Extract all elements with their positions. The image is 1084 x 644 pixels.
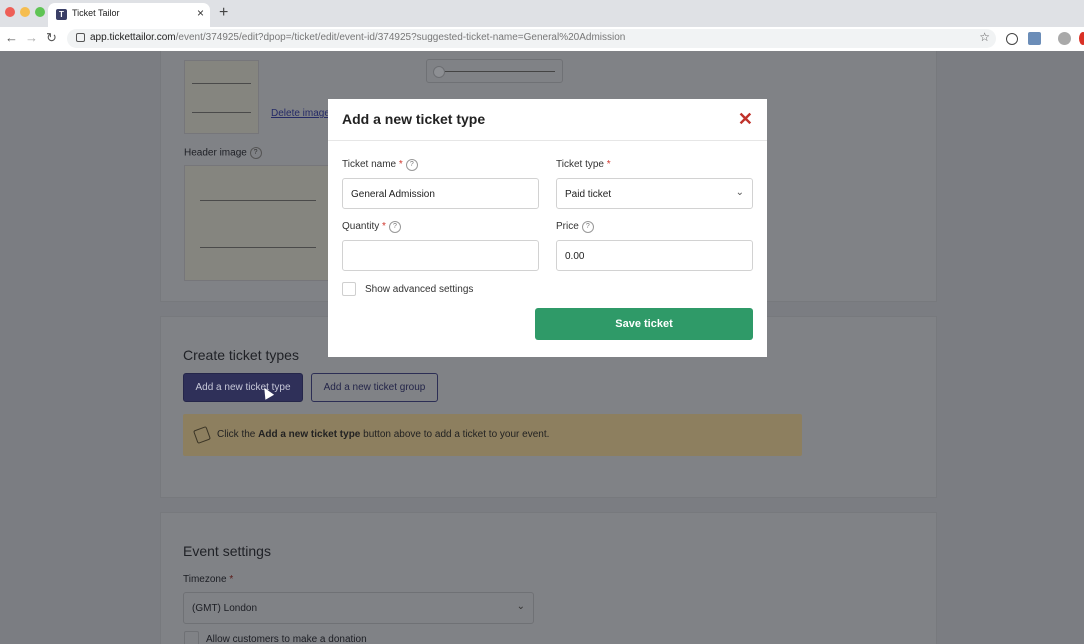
tab-strip: T Ticket Tailor × + bbox=[0, 0, 1084, 27]
advanced-settings-checkbox[interactable] bbox=[342, 282, 356, 296]
quantity-input[interactable] bbox=[342, 240, 539, 271]
bookmark-star-icon[interactable]: ☆ bbox=[979, 30, 990, 44]
megaphone-icon bbox=[193, 426, 211, 444]
ticket-type-value: Paid ticket bbox=[565, 189, 612, 200]
add-ticket-type-button[interactable]: Add a new ticket type bbox=[183, 373, 303, 402]
save-ticket-button[interactable]: Save ticket bbox=[535, 308, 753, 340]
favicon-icon: T bbox=[56, 9, 67, 20]
notice-prefix: Click the bbox=[217, 429, 259, 440]
event-settings-title: Event settings bbox=[183, 543, 271, 559]
header-image-label: Header image ? bbox=[184, 147, 262, 159]
ticket-type-select[interactable]: Paid ticket ⌄ bbox=[556, 178, 753, 209]
donation-checkbox[interactable] bbox=[184, 631, 199, 644]
close-icon[interactable]: ✕ bbox=[738, 110, 753, 128]
help-icon[interactable]: ? bbox=[249, 147, 262, 159]
forward-icon[interactable]: → bbox=[25, 30, 38, 45]
required-mark: * bbox=[229, 574, 234, 585]
quantity-label-text: Quantity bbox=[342, 221, 380, 232]
required-mark: * bbox=[606, 159, 611, 170]
maximize-window-button[interactable] bbox=[35, 7, 45, 17]
url-path: /event/374925/edit?dpop=/ticket/edit/eve… bbox=[175, 32, 626, 43]
record-indicator-icon bbox=[1079, 32, 1084, 45]
ticket-type-label-text: Ticket type bbox=[556, 159, 604, 170]
help-icon[interactable]: ? bbox=[405, 159, 418, 171]
header-image-label-text: Header image bbox=[184, 147, 247, 159]
ticket-name-label: Ticket name *? bbox=[342, 159, 418, 171]
thumbnail-image bbox=[184, 60, 259, 134]
info-extension-icon[interactable] bbox=[1006, 33, 1018, 45]
donation-label: Allow customers to make a donation bbox=[206, 634, 367, 644]
price-label: Price? bbox=[556, 221, 594, 233]
profile-avatar[interactable] bbox=[1058, 32, 1071, 45]
timezone-select[interactable]: (GMT) London ⌄ bbox=[183, 592, 534, 624]
lock-icon bbox=[76, 33, 85, 42]
add-ticket-group-button[interactable]: Add a new ticket group bbox=[311, 373, 438, 402]
browser-tab[interactable]: T Ticket Tailor × bbox=[48, 3, 210, 27]
add-ticket-type-modal: Add a new ticket type ✕ Ticket name *? G… bbox=[328, 99, 767, 357]
price-value: 0.00 bbox=[565, 251, 585, 262]
minimize-window-button[interactable] bbox=[20, 7, 30, 17]
browser-chrome: T Ticket Tailor × + ← → ↻ app.tickettail… bbox=[0, 0, 1084, 52]
browser-toolbar: ← → ↻ app.tickettailor.com/event/374925/… bbox=[0, 27, 1084, 52]
modal-title: Add a new ticket type bbox=[342, 111, 486, 127]
advanced-settings-label[interactable]: Show advanced settings bbox=[365, 284, 473, 295]
required-mark: * bbox=[382, 221, 386, 232]
url-host: app.tickettailor.com bbox=[90, 32, 176, 43]
chevron-down-icon: ⌄ bbox=[735, 187, 744, 198]
ticket-name-label-text: Ticket name bbox=[342, 159, 397, 170]
slider-handle[interactable] bbox=[433, 66, 445, 78]
back-icon[interactable]: ← bbox=[5, 30, 18, 45]
timezone-label-text: Timezone bbox=[183, 574, 227, 585]
tab-close-icon[interactable]: × bbox=[197, 6, 204, 20]
ticket-name-input[interactable]: General Admission bbox=[342, 178, 539, 209]
header-image bbox=[184, 165, 331, 281]
address-bar[interactable]: app.tickettailor.com/event/374925/edit?d… bbox=[67, 29, 996, 48]
new-tab-icon[interactable]: + bbox=[219, 4, 228, 22]
notice-text: Click the Add a new ticket type button a… bbox=[217, 429, 549, 440]
help-icon[interactable]: ? bbox=[581, 221, 594, 233]
reload-icon[interactable]: ↻ bbox=[46, 30, 57, 46]
modal-header: Add a new ticket type ✕ bbox=[328, 99, 767, 141]
chevron-down-icon: ⌄ bbox=[516, 601, 525, 612]
required-mark: * bbox=[398, 159, 403, 170]
ticket-name-value: General Admission bbox=[351, 189, 435, 200]
no-tickets-notice: Click the Add a new ticket type button a… bbox=[183, 414, 802, 456]
price-input[interactable]: 0.00 bbox=[556, 240, 753, 271]
delete-image-link[interactable]: Delete image bbox=[271, 108, 330, 119]
slider-track bbox=[437, 71, 555, 72]
zoom-slider[interactable] bbox=[426, 59, 563, 83]
notice-suffix: button above to add a ticket to your eve… bbox=[360, 429, 550, 440]
ticket-type-label: Ticket type * bbox=[556, 159, 611, 170]
tab-title: Ticket Tailor bbox=[72, 8, 120, 18]
create-ticket-types-title: Create ticket types bbox=[183, 347, 299, 363]
notice-bold: Add a new ticket type bbox=[258, 429, 361, 440]
quantity-label: Quantity *? bbox=[342, 221, 401, 233]
event-settings-card bbox=[160, 512, 937, 644]
timezone-label: Timezone * bbox=[183, 574, 233, 585]
price-label-text: Price bbox=[556, 221, 579, 232]
timezone-value: (GMT) London bbox=[192, 603, 258, 614]
help-icon[interactable]: ? bbox=[388, 221, 401, 233]
close-window-button[interactable] bbox=[5, 7, 15, 17]
url-text: app.tickettailor.com/event/374925/edit?d… bbox=[90, 32, 625, 43]
extension-icon[interactable] bbox=[1028, 32, 1041, 45]
